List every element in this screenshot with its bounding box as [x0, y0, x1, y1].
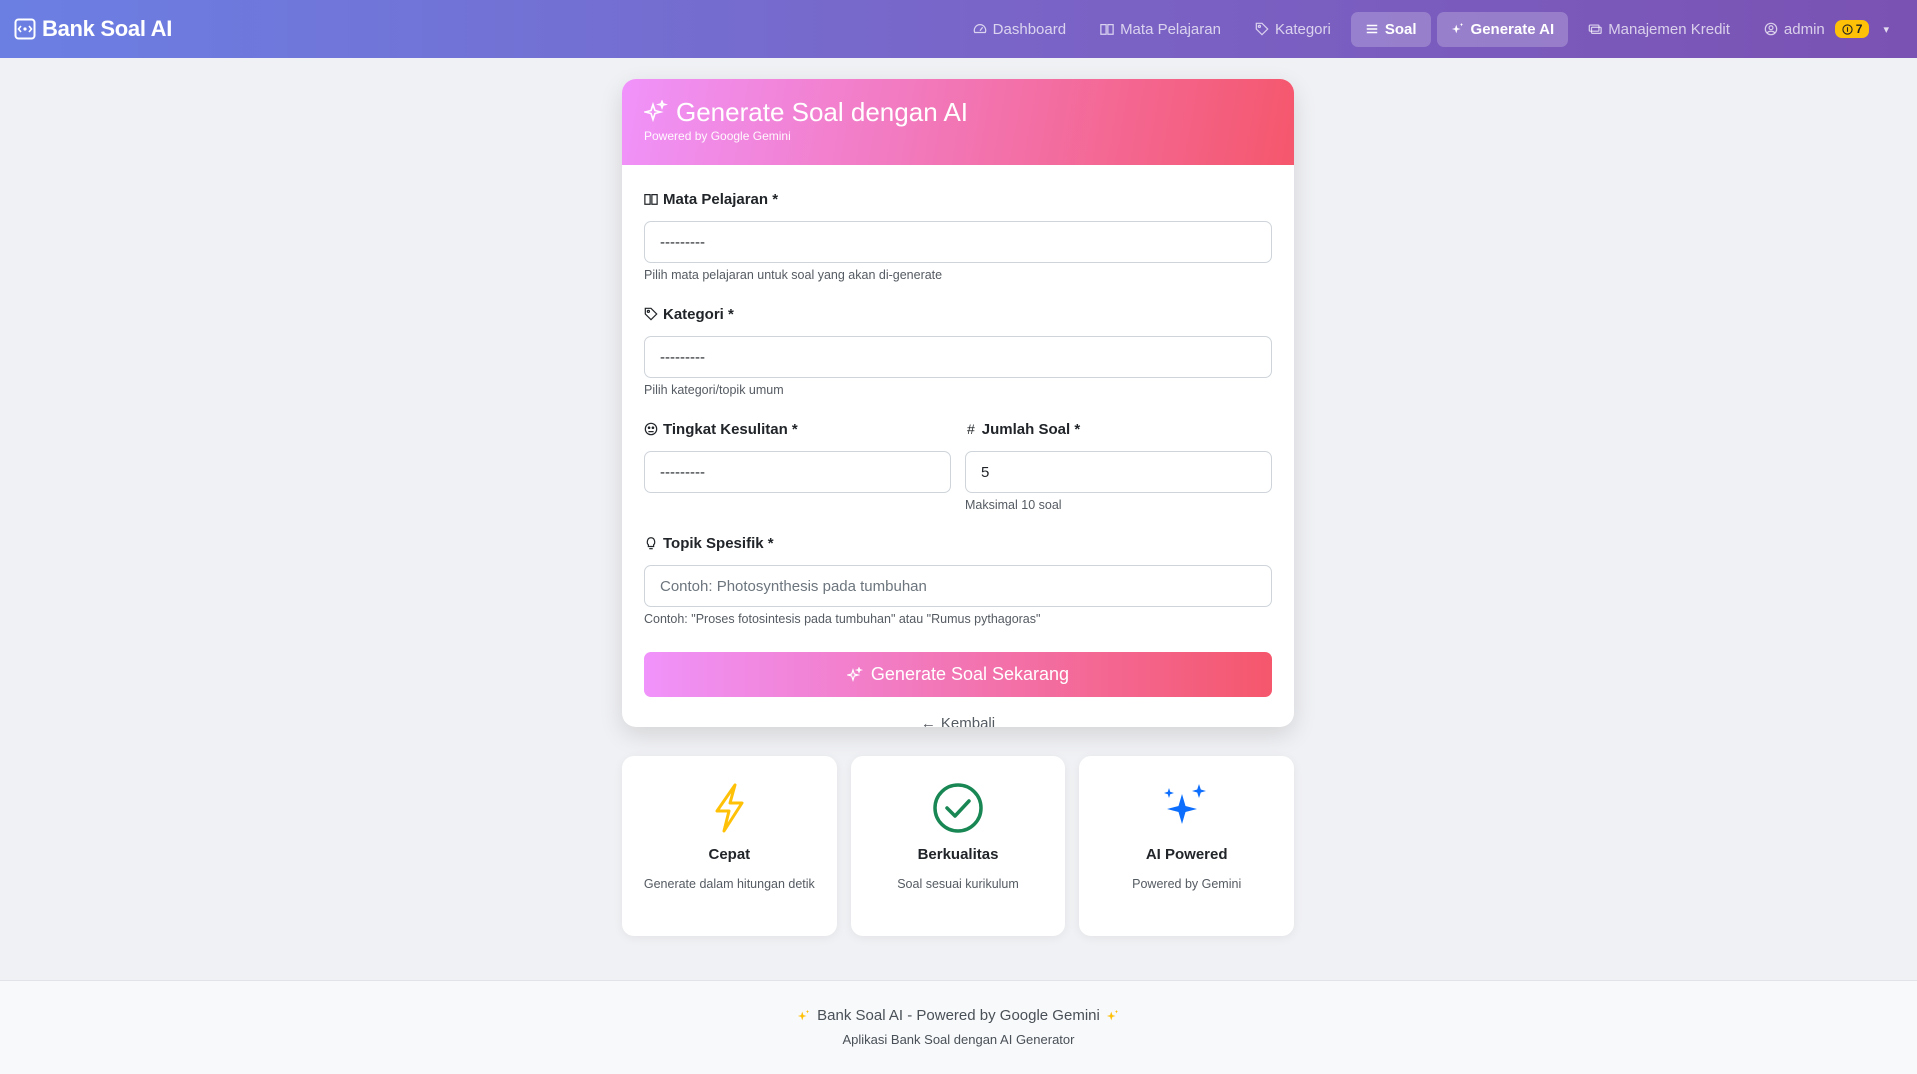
coin-icon	[1842, 23, 1853, 35]
nav-label: Kategori	[1274, 20, 1331, 38]
feature-card-cepat: Cepat Generate dalam hitungan detik	[622, 756, 837, 936]
nav-label: Soal	[1384, 20, 1417, 38]
nav-label: Dashboard	[992, 20, 1067, 38]
topic-field: Topik Spesifik * Contoh: Photosynthesis …	[644, 533, 1272, 628]
category-select[interactable]: ---------	[644, 336, 1272, 378]
feature-desc: Powered by Gemini	[1132, 877, 1242, 891]
topic-label-text: Topik Spesifik *	[663, 534, 774, 552]
check-circle-icon	[933, 783, 983, 833]
footer-sub: Aplikasi Bank Soal dengan AI Generator	[842, 1032, 1075, 1047]
feature-title: Cepat	[708, 846, 751, 863]
generate-button[interactable]: Generate Soal Sekarang	[644, 652, 1272, 697]
emoji-icon	[644, 422, 658, 436]
nav-item-mata-pelajaran[interactable]: Mata Pelajaran	[1086, 12, 1235, 47]
nav-label: Mata Pelajaran	[1120, 20, 1221, 38]
nav-item-dashboard[interactable]: Dashboard	[959, 12, 1080, 47]
main-nav: Dashboard Mata Pelajaran Kategori Soal G…	[953, 0, 1903, 58]
speedometer-icon	[973, 24, 986, 34]
brand-name: Bank Soal AI	[42, 16, 173, 41]
subject-help: Pilih mata pelajaran untuk soal yang aka…	[644, 268, 943, 282]
feature-title: AI Powered	[1145, 846, 1228, 863]
lightning-icon	[715, 783, 744, 833]
page-subtitle: Powered by Google Gemini	[644, 129, 791, 143]
topic-input[interactable]: Contoh: Photosynthesis pada tumbuhan	[644, 565, 1272, 607]
arrow-left-icon: ←	[920, 715, 936, 727]
category-field: Kategori * --------- Pilih kategori/topi…	[644, 304, 1272, 399]
stars-icon	[846, 666, 863, 682]
form-body: Mata Pelajaran * --------- Pilih mata pe…	[622, 165, 1294, 727]
nav-item-generate-ai[interactable]: Generate AI	[1436, 11, 1569, 47]
count-input[interactable]: 5	[965, 451, 1272, 493]
chevron-down-icon: ▾	[1883, 23, 1889, 36]
feature-desc: Generate dalam hitungan detik	[643, 877, 815, 891]
topic-label: Topik Spesifik *	[644, 533, 1272, 553]
category-label: Kategori *	[644, 304, 1272, 324]
cash-icon	[1588, 24, 1602, 34]
nav-item-soal[interactable]: Soal	[1350, 11, 1431, 47]
footer-main: Bank Soal AI - Powered by Google Gemini	[0, 1007, 1917, 1024]
count-label: # Jumlah Soal *	[965, 419, 1272, 439]
subject-label: Mata Pelajaran *	[644, 189, 1272, 209]
subject-select[interactable]: ---------	[644, 221, 1272, 263]
count-help: Maksimal 10 soal	[965, 498, 1062, 512]
nav-item-kategori[interactable]: Kategori	[1241, 12, 1345, 47]
app-logo-icon	[14, 18, 36, 40]
difficulty-label-text: Tingkat Kesulitan *	[663, 420, 798, 438]
generate-form-card: Generate Soal dengan AI Powered by Googl…	[622, 79, 1294, 727]
feature-cards: Cepat Generate dalam hitungan detik Berk…	[622, 756, 1295, 936]
lightbulb-icon	[646, 537, 656, 550]
book-icon	[1100, 24, 1114, 35]
difficulty-select[interactable]: ---------	[644, 451, 951, 493]
page-title: Generate Soal dengan AI	[644, 97, 1272, 127]
topic-help: Contoh: "Proses fotosintesis pada tumbuh…	[644, 612, 1041, 626]
stars-icon	[644, 100, 668, 123]
footer: Bank Soal AI - Powered by Google Gemini …	[0, 980, 1917, 1074]
count-label-text: Jumlah Soal *	[981, 420, 1081, 438]
credit-badge: 7	[1834, 20, 1870, 38]
difficulty-field: Tingkat Kesulitan * ---------	[644, 419, 951, 514]
subject-field: Mata Pelajaran * --------- Pilih mata pe…	[644, 189, 1272, 284]
user-name: admin	[1783, 20, 1825, 38]
footer-main-text: Bank Soal AI - Powered by Google Gemini	[817, 1007, 1100, 1024]
stars-icon	[1106, 1009, 1119, 1020]
back-link[interactable]: ← Kembali	[644, 715, 1272, 727]
nav-label: Generate AI	[1470, 20, 1555, 38]
book-icon	[644, 194, 658, 205]
nav-label: Manajemen Kredit	[1608, 20, 1730, 38]
feature-card-ai-powered: AI Powered Powered by Gemini	[1079, 756, 1295, 936]
count-field: # Jumlah Soal * 5 Maksimal 10 soal	[965, 419, 1272, 514]
category-label-text: Kategori *	[663, 305, 734, 323]
feature-title: Berkualitas	[917, 846, 999, 863]
tags-icon	[1255, 22, 1269, 36]
feature-desc: Soal sesuai kurikulum	[897, 877, 1019, 891]
stars-icon	[798, 1009, 810, 1020]
difficulty-label: Tingkat Kesulitan *	[644, 419, 951, 439]
brand[interactable]: Bank Soal AI	[14, 16, 172, 42]
difficulty-count-row: Tingkat Kesulitan * --------- # Jumlah S…	[644, 419, 1272, 514]
category-help: Pilih kategori/topik umum	[644, 383, 784, 397]
nav-item-manajemen-kredit[interactable]: Manajemen Kredit	[1574, 12, 1744, 47]
feature-card-berkualitas: Berkualitas Soal sesuai kurikulum	[850, 756, 1066, 936]
subject-label-text: Mata Pelajaran *	[663, 190, 779, 208]
navbar: Bank Soal AI Dashboard Mata Pelajaran Ka…	[0, 0, 1917, 58]
card-header: Generate Soal dengan AI Powered by Googl…	[622, 79, 1294, 165]
title-text: Generate Soal dengan AI	[676, 97, 969, 127]
list-icon	[1366, 24, 1378, 34]
credit-count: 7	[1855, 22, 1863, 36]
hash-icon: #	[967, 421, 975, 437]
person-circle-icon	[1764, 22, 1778, 36]
tag-icon	[644, 307, 658, 321]
user-menu[interactable]: admin 7 ▾	[1750, 11, 1903, 47]
stars-icon	[1451, 22, 1463, 34]
stars-icon	[1163, 784, 1206, 824]
back-label: Kembali	[940, 715, 996, 727]
generate-button-label: Generate Soal Sekarang	[870, 664, 1070, 684]
